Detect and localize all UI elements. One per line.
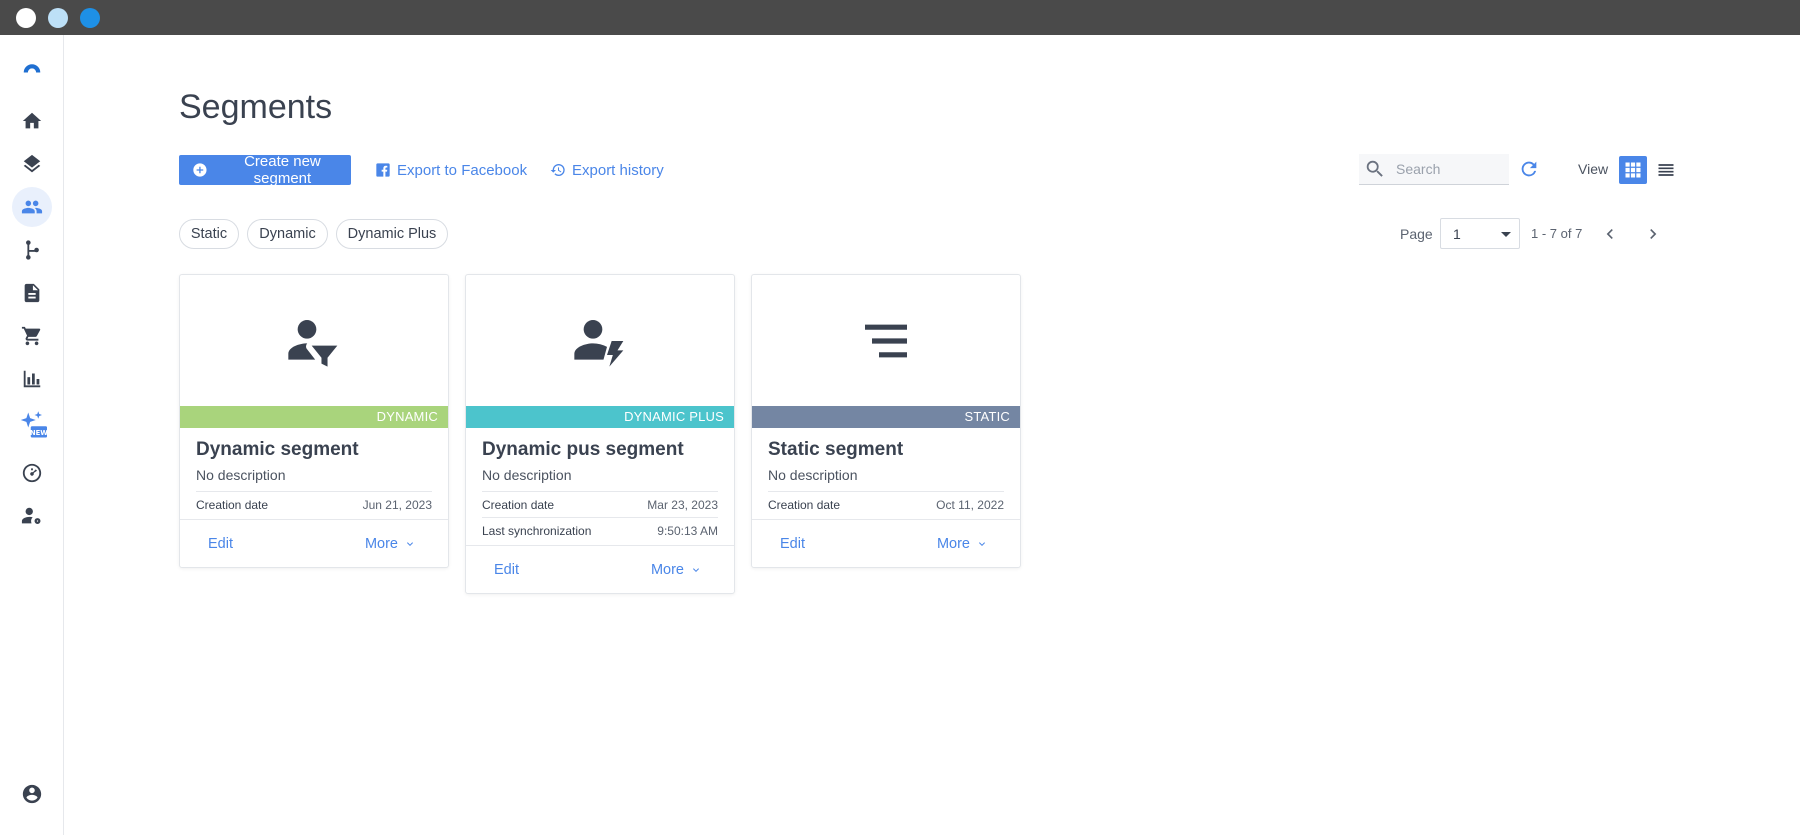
create-segment-label: Create new segment — [244, 153, 321, 187]
meta-row: Creation date Oct 11, 2022 — [768, 491, 1004, 517]
window-minimize-button[interactable] — [48, 8, 68, 28]
meta-label: Last synchronization — [482, 524, 592, 538]
more-label: More — [936, 535, 970, 552]
svg-text:NEW: NEW — [30, 429, 47, 437]
bar-chart-icon[interactable] — [12, 359, 52, 399]
edit-button[interactable]: Edit — [208, 536, 233, 552]
account-icon[interactable] — [12, 774, 52, 814]
segment-title: Dynamic pus segment — [482, 439, 684, 460]
add-circle-icon — [193, 163, 207, 177]
more-button[interactable]: More — [937, 536, 988, 552]
export-facebook-label: Export to Facebook — [397, 161, 528, 179]
window-titlebar — [0, 0, 1800, 35]
card-icon-area — [466, 275, 734, 406]
list-view-button[interactable] — [1652, 156, 1680, 184]
meta-row: Last synchronization 9:50:13 AM — [482, 517, 718, 543]
filter-chip-dynamic-plus[interactable]: Dynamic Plus — [336, 219, 448, 249]
segment-card: STATIC Static segment No description Cre… — [751, 274, 1021, 568]
create-segment-button[interactable]: Create new segment — [179, 153, 351, 187]
person-filter-icon — [288, 319, 338, 367]
page-range: 1 - 7 of 7 — [1531, 226, 1583, 241]
previous-page-button[interactable] — [1598, 222, 1622, 246]
more-button[interactable]: More — [365, 536, 416, 552]
meta-value: Jun 21, 2023 — [362, 498, 432, 512]
card-icon-area — [752, 275, 1020, 406]
meta-row: Creation date Mar 23, 2023 — [482, 491, 718, 517]
next-page-button[interactable] — [1641, 222, 1665, 246]
layers-icon[interactable] — [12, 144, 52, 184]
export-history-label: Export history — [572, 161, 664, 179]
people-icon[interactable] — [12, 187, 52, 227]
meta-label: Creation date — [482, 498, 555, 512]
meta-value: Mar 23, 2023 — [647, 498, 718, 512]
refresh-button[interactable] — [1518, 158, 1540, 180]
view-label: View — [1578, 161, 1609, 177]
dashboard-icon[interactable] — [12, 453, 52, 493]
search-input[interactable] — [1396, 161, 1496, 177]
filter-chip-dynamic[interactable]: Dynamic — [247, 219, 328, 249]
filter-chip-static[interactable]: Static — [179, 219, 239, 249]
segment-title: Dynamic segment — [196, 439, 359, 460]
window-maximize-button[interactable] — [80, 8, 100, 28]
user-settings-icon[interactable] — [12, 496, 52, 536]
segment-description: No description — [768, 467, 858, 483]
caret-down-icon — [1501, 232, 1511, 237]
home-icon[interactable] — [12, 101, 52, 141]
export-history-button[interactable]: Export history — [550, 155, 664, 185]
chevron-right-icon — [1650, 229, 1657, 239]
card-footer: Edit More — [180, 519, 448, 567]
meta-label: Creation date — [196, 498, 269, 512]
chevron-down-icon — [693, 567, 699, 572]
person-bolt-icon — [574, 319, 624, 367]
meta-row: Creation date Jun 21, 2023 — [196, 491, 432, 517]
search-field[interactable] — [1359, 154, 1509, 185]
grid-view-button[interactable] — [1619, 156, 1647, 184]
segment-card: DYNAMIC Dynamic segment No description C… — [179, 274, 449, 568]
chevron-left-icon — [1606, 229, 1613, 239]
chevron-down-icon — [407, 541, 413, 546]
cart-icon[interactable] — [12, 316, 52, 356]
segment-description: No description — [196, 467, 286, 483]
segment-card: DYNAMIC PLUS Dynamic pus segment No desc… — [465, 274, 735, 594]
page-select[interactable]: 1 — [1440, 218, 1520, 249]
refresh-icon — [1521, 161, 1537, 177]
page-title: Segments — [179, 88, 333, 126]
segment-title: Static segment — [768, 439, 904, 460]
window-close-button[interactable] — [16, 8, 36, 28]
history-icon — [550, 164, 565, 176]
more-label: More — [650, 561, 684, 578]
segment-type-band: STATIC — [752, 406, 1020, 428]
list-icon — [1658, 164, 1674, 176]
lines-icon — [865, 324, 907, 357]
sidebar: NEW — [0, 35, 64, 835]
chevron-down-icon — [979, 541, 985, 546]
export-facebook-button[interactable]: Export to Facebook — [375, 155, 527, 185]
flow-icon[interactable] — [12, 230, 52, 270]
search-icon — [1366, 160, 1383, 177]
document-icon[interactable] — [12, 273, 52, 313]
edit-button[interactable]: Edit — [494, 562, 519, 578]
sparkle-new-icon[interactable]: NEW — [12, 405, 52, 445]
page-label: Page — [1400, 226, 1433, 242]
segment-type-band: DYNAMIC — [180, 406, 448, 428]
facebook-icon — [376, 163, 390, 177]
edit-button[interactable]: Edit — [780, 536, 805, 552]
card-footer: Edit More — [752, 519, 1020, 567]
card-footer: Edit More — [466, 545, 734, 593]
segment-description: No description — [482, 467, 572, 483]
grid-icon — [1625, 162, 1641, 178]
meta-label: Creation date — [768, 498, 841, 512]
meta-value: 9:50:13 AM — [657, 524, 718, 538]
more-label: More — [364, 535, 398, 552]
logo-icon[interactable] — [12, 47, 52, 87]
page-select-value: 1 — [1453, 225, 1461, 242]
more-button[interactable]: More — [651, 562, 702, 578]
segment-type-band: DYNAMIC PLUS — [466, 406, 734, 428]
meta-value: Oct 11, 2022 — [936, 498, 1004, 512]
card-icon-area — [180, 275, 448, 406]
